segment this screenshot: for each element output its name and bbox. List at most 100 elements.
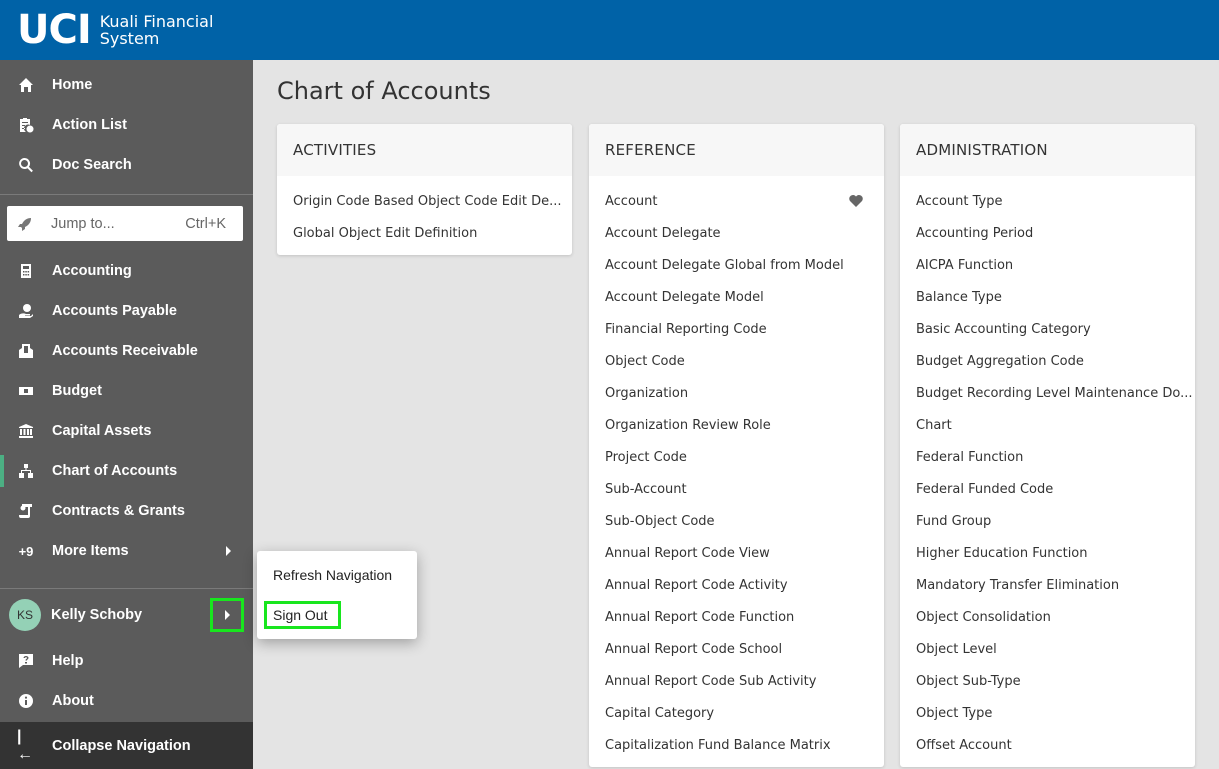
sidebar-item-label: About bbox=[52, 693, 94, 709]
card-link[interactable]: Annual Report Code View bbox=[589, 537, 884, 569]
card-link[interactable]: Account Type bbox=[900, 185, 1195, 217]
card-link[interactable]: Account Delegate Model bbox=[589, 281, 884, 313]
card-link[interactable]: Financial Reporting Code bbox=[589, 313, 884, 345]
card-link[interactable]: Global Object Edit Definition bbox=[277, 217, 572, 249]
app-logo[interactable]: UCI Kuali Financial System bbox=[17, 10, 213, 50]
card-link-label: Basic Accounting Category bbox=[916, 321, 1091, 337]
card-link[interactable]: Basic Accounting Category bbox=[900, 313, 1195, 345]
card-link-label: Financial Reporting Code bbox=[605, 321, 767, 337]
home-icon bbox=[17, 76, 35, 94]
sidebar-item-contracts-grants[interactable]: Contracts & Grants bbox=[0, 491, 253, 531]
favorite-heart-icon[interactable] bbox=[848, 193, 864, 209]
sidebar-item-label: Accounts Receivable bbox=[52, 343, 198, 359]
jump-to-input[interactable]: Jump to... Ctrl+K bbox=[7, 206, 243, 241]
info-icon bbox=[17, 692, 35, 710]
card-link-label: Object Level bbox=[916, 641, 997, 657]
card-link-label: Higher Education Function bbox=[916, 545, 1088, 561]
card-link[interactable]: Budget Recording Level Maintenance Do... bbox=[900, 377, 1195, 409]
jump-shortcut: Ctrl+K bbox=[185, 215, 226, 232]
sidebar-item-budget[interactable]: Budget bbox=[0, 371, 253, 411]
card-link-label: Account Type bbox=[916, 193, 1003, 209]
sidebar-item-home[interactable]: Home bbox=[0, 65, 253, 105]
card-link[interactable]: Chart bbox=[900, 409, 1195, 441]
card-link[interactable]: Object Type bbox=[900, 697, 1195, 729]
clipboard-check-icon bbox=[17, 116, 35, 134]
card-link[interactable]: Object Sub-Type bbox=[900, 665, 1195, 697]
sidebar-item-label: Action List bbox=[52, 117, 127, 133]
card-link[interactable]: AICPA Function bbox=[900, 249, 1195, 281]
card-link[interactable]: Object Level bbox=[900, 633, 1195, 665]
card-link[interactable]: Capital Category bbox=[589, 697, 884, 729]
card-link-label: Accounting Period bbox=[916, 225, 1034, 241]
card-link-label: Annual Report Code Activity bbox=[605, 577, 788, 593]
sidebar-item-label: Budget bbox=[52, 383, 102, 399]
card-link[interactable]: Federal Funded Code bbox=[900, 473, 1195, 505]
sidebar-item-chart-of-accounts[interactable]: Chart of Accounts bbox=[0, 451, 253, 491]
card-link-label: Chart bbox=[916, 417, 952, 433]
card-link-label: Organization bbox=[605, 385, 689, 401]
card-link[interactable]: Mandatory Transfer Elimination bbox=[900, 569, 1195, 601]
card-link-label: Federal Funded Code bbox=[916, 481, 1054, 497]
card-link[interactable]: Origin Code Based Object Code Edit De... bbox=[277, 185, 572, 217]
sidebar-divider bbox=[0, 194, 253, 195]
card-link[interactable]: Account Delegate bbox=[589, 217, 884, 249]
card-link[interactable]: Object Consolidation bbox=[900, 601, 1195, 633]
sidebar-item-help[interactable]: Help bbox=[0, 641, 253, 681]
sidebar-item-more-items[interactable]: +9 More Items bbox=[0, 531, 253, 571]
certificate-scroll-icon bbox=[17, 502, 35, 520]
sidebar-item-action-list[interactable]: Action List bbox=[0, 105, 253, 145]
card-link[interactable]: Sub-Object Code bbox=[589, 505, 884, 537]
sidebar-item-label: Doc Search bbox=[52, 157, 132, 173]
card-link-label: Object Consolidation bbox=[916, 609, 1051, 625]
card-link-label: Offset Account bbox=[916, 737, 1012, 753]
card-link[interactable]: Accounting Period bbox=[900, 217, 1195, 249]
sidebar-item-capital-assets[interactable]: Capital Assets bbox=[0, 411, 253, 451]
card-link-label: Sub-Object Code bbox=[605, 513, 715, 529]
card-link[interactable]: Object Code bbox=[589, 345, 884, 377]
card-link-label: Sub-Account bbox=[605, 481, 687, 497]
card-link-label: Account Delegate Global from Model bbox=[605, 257, 844, 273]
sidebar-item-doc-search[interactable]: Doc Search bbox=[0, 145, 253, 185]
card-link[interactable]: Federal Function bbox=[900, 441, 1195, 473]
sidebar-item-label: Contracts & Grants bbox=[52, 503, 185, 519]
menu-item-refresh-navigation[interactable]: Refresh Navigation bbox=[273, 567, 392, 583]
sidebar-item-accounts-receivable[interactable]: Accounts Receivable bbox=[0, 331, 253, 371]
sidebar-item-accounts-payable[interactable]: Accounts Payable bbox=[0, 291, 253, 331]
card-link[interactable]: Annual Report Code Sub Activity bbox=[589, 665, 884, 697]
app-name-line2: System bbox=[99, 29, 160, 48]
sidebar-item-about[interactable]: About bbox=[0, 681, 253, 721]
card-link[interactable]: Annual Report Code School bbox=[589, 633, 884, 665]
card-link[interactable]: Fund Group bbox=[900, 505, 1195, 537]
user-profile[interactable]: KS Kelly Schoby bbox=[0, 589, 253, 641]
caret-right-icon bbox=[224, 610, 230, 620]
card-link[interactable]: Annual Report Code Activity bbox=[589, 569, 884, 601]
card-link-label: Capitalization Fund Balance Matrix bbox=[605, 737, 831, 753]
card-link-label: Balance Type bbox=[916, 289, 1002, 305]
card-link-label: Mandatory Transfer Elimination bbox=[916, 577, 1120, 593]
card-link[interactable]: Higher Education Function bbox=[900, 537, 1195, 569]
card-link[interactable]: Project Code bbox=[589, 441, 884, 473]
card-link[interactable]: Account Delegate Global from Model bbox=[589, 249, 884, 281]
avatar: KS bbox=[9, 599, 41, 631]
card-link-label: Annual Report Code Function bbox=[605, 609, 795, 625]
card-link[interactable]: Annual Report Code Function bbox=[589, 601, 884, 633]
card-link-label: AICPA Function bbox=[916, 257, 1014, 273]
sidebar-item-accounting[interactable]: Accounting bbox=[0, 251, 253, 291]
card-link[interactable]: Sub-Account bbox=[589, 473, 884, 505]
jump-placeholder: Jump to... bbox=[51, 215, 115, 232]
user-name: Kelly Schoby bbox=[51, 607, 143, 623]
help-bubble-icon bbox=[17, 652, 35, 670]
card-link[interactable]: Organization bbox=[589, 377, 884, 409]
card-link[interactable]: Budget Aggregation Code bbox=[900, 345, 1195, 377]
card-link[interactable]: Organization Review Role bbox=[589, 409, 884, 441]
collapse-navigation-button[interactable]: |← Collapse Navigation bbox=[0, 722, 253, 769]
card-link[interactable]: Offset Account bbox=[900, 729, 1195, 761]
money-stack-icon bbox=[17, 382, 35, 400]
menu-item-sign-out[interactable]: Sign Out bbox=[264, 601, 342, 629]
card-link[interactable]: Balance Type bbox=[900, 281, 1195, 313]
card-link[interactable]: Account bbox=[589, 185, 884, 217]
user-menu-expand-button[interactable] bbox=[210, 598, 244, 632]
sidebar-item-label: Home bbox=[52, 77, 93, 93]
card-link-label: Budget Aggregation Code bbox=[916, 353, 1084, 369]
card-link[interactable]: Capitalization Fund Balance Matrix bbox=[589, 729, 884, 761]
